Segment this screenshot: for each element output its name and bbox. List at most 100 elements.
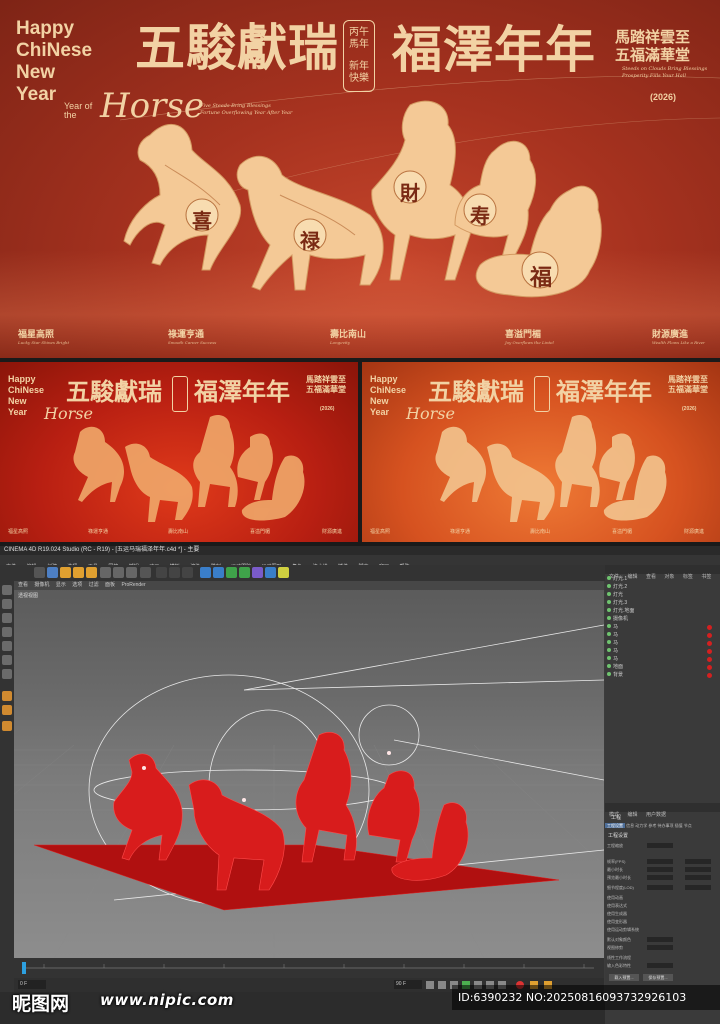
attr-row[interactable]: 视图修剪 xyxy=(607,944,718,951)
object-row[interactable]: 马 xyxy=(607,624,718,631)
floor-icon[interactable] xyxy=(265,567,276,578)
object-row[interactable]: 灯光.地面 xyxy=(607,608,718,615)
y-axis-icon[interactable] xyxy=(113,567,124,578)
c4d-window: CINEMA 4D R19.024 Studio (RC - R19) - [五… xyxy=(0,546,720,1024)
object-manager-tabs: 文件 编辑 查看 对象 标签 书签 xyxy=(605,565,720,580)
attr-row[interactable]: 最小时长 xyxy=(607,866,718,873)
subdivision-icon[interactable] xyxy=(226,567,237,578)
make-editable-icon[interactable] xyxy=(2,585,12,595)
attr-row[interactable]: 使用运动剪辑系统 xyxy=(607,926,718,933)
watermark-id: ID:6390232 NO:20250816093732926103 xyxy=(452,985,720,1010)
attr-row[interactable]: 工程缩放 xyxy=(607,842,718,849)
points-mode-icon[interactable] xyxy=(2,641,12,651)
thumb-horses xyxy=(73,415,305,522)
attr-row[interactable]: 线性工作流程 xyxy=(607,954,718,961)
add-icon[interactable] xyxy=(86,567,97,578)
magnet-icon[interactable] xyxy=(2,721,12,731)
attr-row[interactable]: 使用变形器 xyxy=(607,918,718,925)
attr-subtab[interactable]: 信息 xyxy=(626,823,634,828)
rotate-icon[interactable] xyxy=(73,567,84,578)
attr-row[interactable]: 输入色彩特性 xyxy=(607,962,718,969)
viewport-menu-item[interactable]: 摄像机 xyxy=(34,582,49,588)
attr-subtab[interactable]: 参考 xyxy=(648,823,656,828)
thumb2-footer-2: 祿運亨通 xyxy=(450,529,471,535)
thumb-couplet: 馬踏祥雲至 五福滿華堂 xyxy=(306,374,346,394)
object-row[interactable]: 灯光.3 xyxy=(607,600,718,607)
object-row[interactable]: 背景 xyxy=(607,672,718,679)
poster-main: Happy ChiNese New Year Year of the Horse… xyxy=(0,0,720,358)
thumbnail-orange: Happy ChiNese New Year Horse 五駿獻瑞 福澤年年 馬踏祥… xyxy=(362,362,720,542)
attr-row[interactable]: 帧率(FPS) xyxy=(607,858,718,865)
attr-row[interactable]: 使用动画 xyxy=(607,894,718,901)
attr-row[interactable]: 预览最小时长 xyxy=(607,874,718,881)
viewport-menu-item[interactable]: 过滤 xyxy=(89,582,99,588)
thumb-title-left: 五駿獻瑞 xyxy=(66,377,162,406)
thumb-happy: Happy ChiNese New Year xyxy=(8,374,45,417)
array-icon[interactable] xyxy=(239,567,250,578)
viewport-menu-item[interactable]: 显示 xyxy=(56,582,66,588)
blessing-2: 祿運亨通 Smooth Career Success xyxy=(168,330,217,345)
scale-icon[interactable] xyxy=(60,567,71,578)
material-tag-icon xyxy=(707,641,712,646)
attr-row[interactable]: 使用生成器 xyxy=(607,910,718,917)
frame-field[interactable]: 0 F xyxy=(18,980,46,989)
attr-row[interactable]: 使用表达式 xyxy=(607,902,718,909)
viewport-menu-item[interactable]: 面板 xyxy=(105,582,115,588)
thumb2-title-right: 福澤年年 xyxy=(556,377,652,406)
pen-icon[interactable] xyxy=(213,567,224,578)
viewport-menu-item[interactable]: ProRender xyxy=(121,582,145,588)
object-row[interactable]: 马 xyxy=(607,656,718,663)
save-preset-button[interactable]: 保存预置... xyxy=(643,974,673,981)
light-icon[interactable] xyxy=(278,567,289,578)
attr-row[interactable]: 默认对象颜色 xyxy=(607,936,718,943)
model-mode-icon[interactable] xyxy=(2,599,12,609)
c4d-viewport[interactable]: 查看 摄像机 显示 选项 过滤 面板 ProRender 透视视图 xyxy=(14,581,604,958)
cube-icon[interactable] xyxy=(200,567,211,578)
end-frame-field[interactable]: 90 F xyxy=(394,980,422,989)
object-row[interactable]: 灯光 xyxy=(607,592,718,599)
edges-mode-icon[interactable] xyxy=(2,655,12,665)
thumb-title-right: 福澤年年 xyxy=(194,377,290,406)
deformer-icon[interactable] xyxy=(252,567,263,578)
attr-subtab-active[interactable]: 工程设置 xyxy=(605,823,625,828)
render-settings-icon[interactable] xyxy=(182,567,193,578)
render-icon[interactable] xyxy=(169,567,180,578)
attr-tab[interactable]: 用户数据 xyxy=(646,812,666,818)
load-preset-button[interactable]: 载入预置... xyxy=(609,974,639,981)
coord-icon[interactable] xyxy=(140,567,151,578)
c4d-timeline[interactable] xyxy=(14,958,604,978)
object-row[interactable]: 摄像机 xyxy=(607,616,718,623)
attr-subtab[interactable]: 待办事项 xyxy=(658,823,674,828)
workplane-icon[interactable] xyxy=(2,627,12,637)
object-row[interactable]: 地面 xyxy=(607,664,718,671)
attr-tab[interactable]: 编辑 xyxy=(627,812,637,818)
light-marker xyxy=(142,766,146,770)
center-seal: 丙午 馬年 新年 快樂 xyxy=(343,20,375,92)
x-axis-icon[interactable] xyxy=(100,567,111,578)
thumbnail-red: Happy ChiNese New Year Horse 五駿獻瑞 福澤年年 馬踏祥… xyxy=(0,362,358,542)
object-row[interactable]: 马 xyxy=(607,640,718,647)
z-axis-icon[interactable] xyxy=(126,567,137,578)
attr-subtab[interactable]: 节点 xyxy=(684,823,692,828)
object-row[interactable]: 马 xyxy=(607,632,718,639)
prev-key-icon[interactable] xyxy=(438,981,446,989)
object-row[interactable]: 灯光.2 xyxy=(607,584,718,591)
object-row[interactable]: 马 xyxy=(607,648,718,655)
viewport-menu-item[interactable]: 选项 xyxy=(72,582,82,588)
texture-mode-icon[interactable] xyxy=(2,613,12,623)
c4d-title-bar: CINEMA 4D R19.024 Studio (RC - R19) - [五… xyxy=(0,546,720,555)
axis-icon[interactable] xyxy=(2,705,12,715)
attr-subtab[interactable]: 插值 xyxy=(675,823,683,828)
attr-subtab[interactable]: 动力学 xyxy=(635,823,647,828)
thumb2-footer-3: 壽比南山 xyxy=(530,529,551,535)
polygons-mode-icon[interactable] xyxy=(2,669,12,679)
snap-icon[interactable] xyxy=(2,691,12,701)
object-row[interactable]: 灯光.1 xyxy=(607,576,718,583)
go-start-icon[interactable] xyxy=(426,981,434,989)
move-icon[interactable] xyxy=(47,567,58,578)
undo-icon[interactable] xyxy=(34,567,45,578)
attr-row[interactable]: 细节程度(LOD) xyxy=(607,884,718,891)
thumb-footer-2: 祿運亨通 xyxy=(88,529,109,535)
render-view-icon[interactable] xyxy=(156,567,167,578)
viewport-menu-item[interactable]: 查看 xyxy=(18,582,28,588)
